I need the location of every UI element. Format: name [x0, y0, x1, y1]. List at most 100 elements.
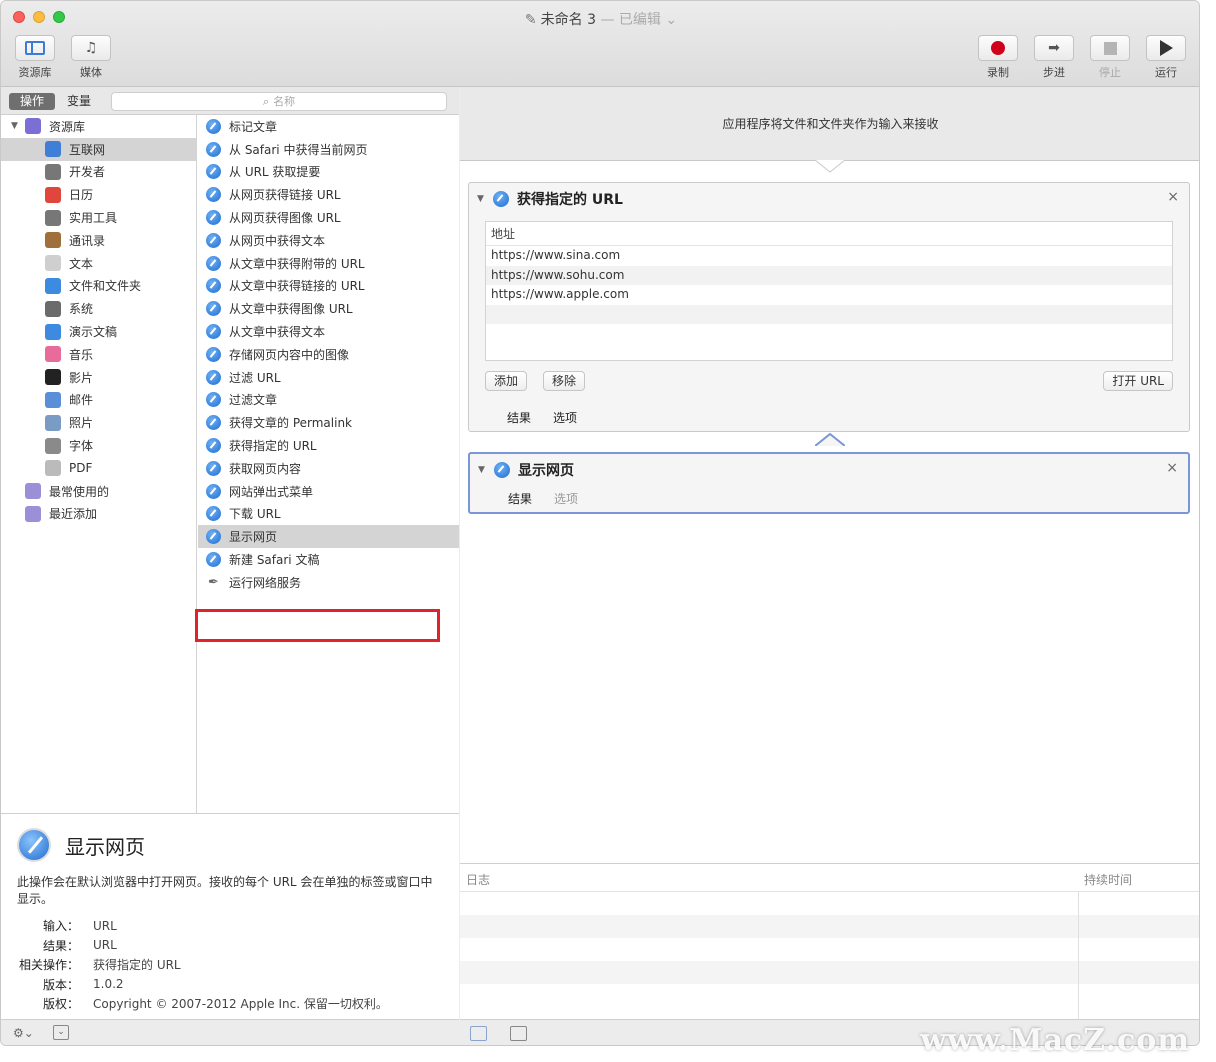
action-item[interactable]: 过滤文章 — [198, 389, 459, 412]
action-item[interactable]: 网站弹出式菜单 — [198, 480, 459, 503]
url-table[interactable]: 地址 https://www.sina.com https://www.sohu… — [485, 221, 1173, 361]
category-item[interactable]: 影片 — [1, 366, 196, 389]
action-item[interactable]: 从 Safari 中获得当前网页 — [198, 138, 459, 161]
category-label: 资源库 — [49, 119, 86, 134]
action-item[interactable]: 获得文章的 Permalink — [198, 411, 459, 434]
category-item[interactable]: 演示文稿 — [1, 320, 196, 343]
fonts-icon — [45, 437, 61, 454]
highlight-annotation-box — [195, 609, 440, 642]
category-item[interactable]: 文本 — [1, 252, 196, 275]
log-row — [460, 984, 1199, 1007]
url-row[interactable]: https://www.apple.com — [486, 285, 1172, 305]
action-item[interactable]: 从网页获得链接 URL — [198, 183, 459, 206]
log-column-header[interactable]: 日志 — [466, 871, 490, 888]
edited-status[interactable]: — 已编辑 ⌄ — [600, 12, 677, 28]
action-item[interactable]: 从文章中获得文本 — [198, 320, 459, 343]
category-item[interactable]: 日历 — [1, 183, 196, 206]
category-item[interactable]: 互联网 — [1, 137, 196, 161]
variables-tab[interactable]: 变量 — [67, 93, 91, 110]
action-card-display-webpage[interactable]: ▼ 显示网页 × 结果 选项 — [468, 452, 1190, 514]
meta-key: 相关操作： — [18, 958, 79, 973]
category-item[interactable]: 文件和文件夹 — [1, 275, 196, 298]
category-label: 照片 — [69, 416, 94, 431]
action-item[interactable]: 从网页获得图像 URL — [198, 206, 459, 229]
action-item[interactable]: 下载 URL — [198, 503, 459, 526]
action-item[interactable]: 从网页中获得文本 — [198, 229, 459, 252]
action-item[interactable]: 获得指定的 URL — [198, 434, 459, 457]
log-column-divider — [1078, 892, 1079, 1020]
open-url-button[interactable]: 打开 URL — [1103, 371, 1173, 391]
action-item[interactable]: 从文章中获得链接的 URL — [198, 275, 459, 298]
url-row[interactable]: https://www.sohu.com — [486, 265, 1172, 285]
variables-view-icon[interactable] — [510, 1026, 527, 1041]
close-icon[interactable]: × — [1166, 460, 1178, 476]
library-footer: ⚙⌄ ⌄ — [1, 1019, 459, 1045]
library-icon — [25, 118, 41, 135]
category-item[interactable]: 最常使用的 — [1, 480, 196, 503]
library-toolbar-button[interactable]: 资源库 — [13, 35, 57, 80]
actions-tab[interactable]: 操作 — [9, 93, 55, 110]
automator-window: ✎ 未命名 3 — 已编辑 ⌄ 资源库 ♫ 媒体 录制 ➡ 步进 停止 运行 操… — [0, 0, 1200, 1046]
action-item[interactable]: 从文章中获得图像 URL — [198, 297, 459, 320]
card-buttons: 添加 移除 打开 URL — [469, 361, 1189, 401]
run-button[interactable]: 运行 — [1144, 35, 1188, 80]
action-item[interactable]: 从 URL 获取提要 — [198, 161, 459, 184]
log-row — [460, 892, 1199, 915]
disclosure-triangle-icon[interactable]: ▼ — [478, 465, 488, 475]
action-card-get-urls[interactable]: ▼ 获得指定的 URL × 地址 https://www.sina.com ht… — [468, 182, 1190, 432]
category-item[interactable]: 照片 — [1, 411, 196, 434]
disclosure-triangle-icon[interactable]: ▼ — [477, 194, 487, 204]
action-item[interactable]: 获取网页内容 — [198, 457, 459, 480]
category-item[interactable]: 字体 — [1, 434, 196, 457]
document-icon: ✎ — [524, 12, 537, 28]
disclosure-triangle-icon[interactable]: ▼ — [11, 121, 21, 131]
title-text: 未命名 3 — [540, 12, 596, 28]
url-column-header[interactable]: 地址 — [486, 222, 1172, 246]
action-label: 显示网页 — [229, 530, 278, 545]
action-item[interactable]: 标记文章 — [198, 115, 459, 138]
action-item[interactable]: 新建 Safari 文稿 — [198, 548, 459, 571]
action-item[interactable]: 过滤 URL — [198, 366, 459, 389]
results-tab[interactable]: 结果 — [507, 409, 531, 426]
category-item[interactable]: PDF — [1, 457, 196, 480]
options-tab[interactable]: 选项 — [554, 490, 578, 507]
remove-button[interactable]: 移除 — [543, 371, 586, 391]
category-item[interactable]: 音乐 — [1, 343, 196, 366]
category-item[interactable]: 开发者 — [1, 161, 196, 184]
close-icon[interactable]: × — [1167, 189, 1179, 205]
category-item[interactable]: 系统 — [1, 297, 196, 320]
log-view-icon[interactable] — [470, 1026, 487, 1041]
url-row[interactable]: https://www.sina.com — [486, 246, 1172, 266]
safari-icon — [206, 255, 221, 271]
results-tab[interactable]: 结果 — [508, 490, 532, 507]
duration-column-header[interactable]: 持续时间 — [1084, 871, 1132, 888]
media-toolbar-button[interactable]: ♫ 媒体 — [69, 35, 113, 80]
workflow-input-banner: 应用程序将文件和文件夹作为输入来接收 — [460, 87, 1199, 161]
search-input[interactable]: ⌕ 名称 — [111, 92, 447, 111]
step-button[interactable]: ➡ 步进 — [1032, 35, 1076, 80]
connector-notch-icon — [815, 160, 845, 173]
category-item[interactable]: 通讯录 — [1, 229, 196, 252]
action-item[interactable]: 从文章中获得附带的 URL — [198, 252, 459, 275]
action-item[interactable]: 显示网页 — [198, 525, 459, 549]
category-item[interactable]: 最近添加 — [1, 503, 196, 526]
category-item[interactable]: 实用工具 — [1, 206, 196, 229]
action-label: 存储网页内容中的图像 — [229, 347, 350, 362]
add-button[interactable]: 添加 — [485, 371, 528, 391]
record-button[interactable]: 录制 — [976, 35, 1020, 80]
action-item[interactable]: ✒ 运行网络服务 — [198, 571, 459, 594]
safari-icon — [206, 369, 221, 385]
options-tab[interactable]: 选项 — [553, 409, 577, 426]
action-label: 网站弹出式菜单 — [229, 484, 314, 499]
safari-icon — [206, 210, 221, 226]
search-placeholder: 名称 — [273, 95, 296, 108]
description-toggle-icon[interactable]: ⌄ — [53, 1025, 69, 1040]
action-item[interactable]: 存储网页内容中的图像 — [198, 343, 459, 366]
safari-icon — [206, 415, 221, 431]
category-item[interactable]: ▼ 资源库 — [1, 115, 196, 138]
category-item[interactable]: 邮件 — [1, 389, 196, 412]
meta-key: 结果： — [42, 938, 79, 953]
stop-button[interactable]: 停止 — [1088, 35, 1132, 80]
gear-menu-icon[interactable]: ⚙⌄ — [13, 1026, 34, 1040]
safari-icon — [206, 118, 221, 134]
